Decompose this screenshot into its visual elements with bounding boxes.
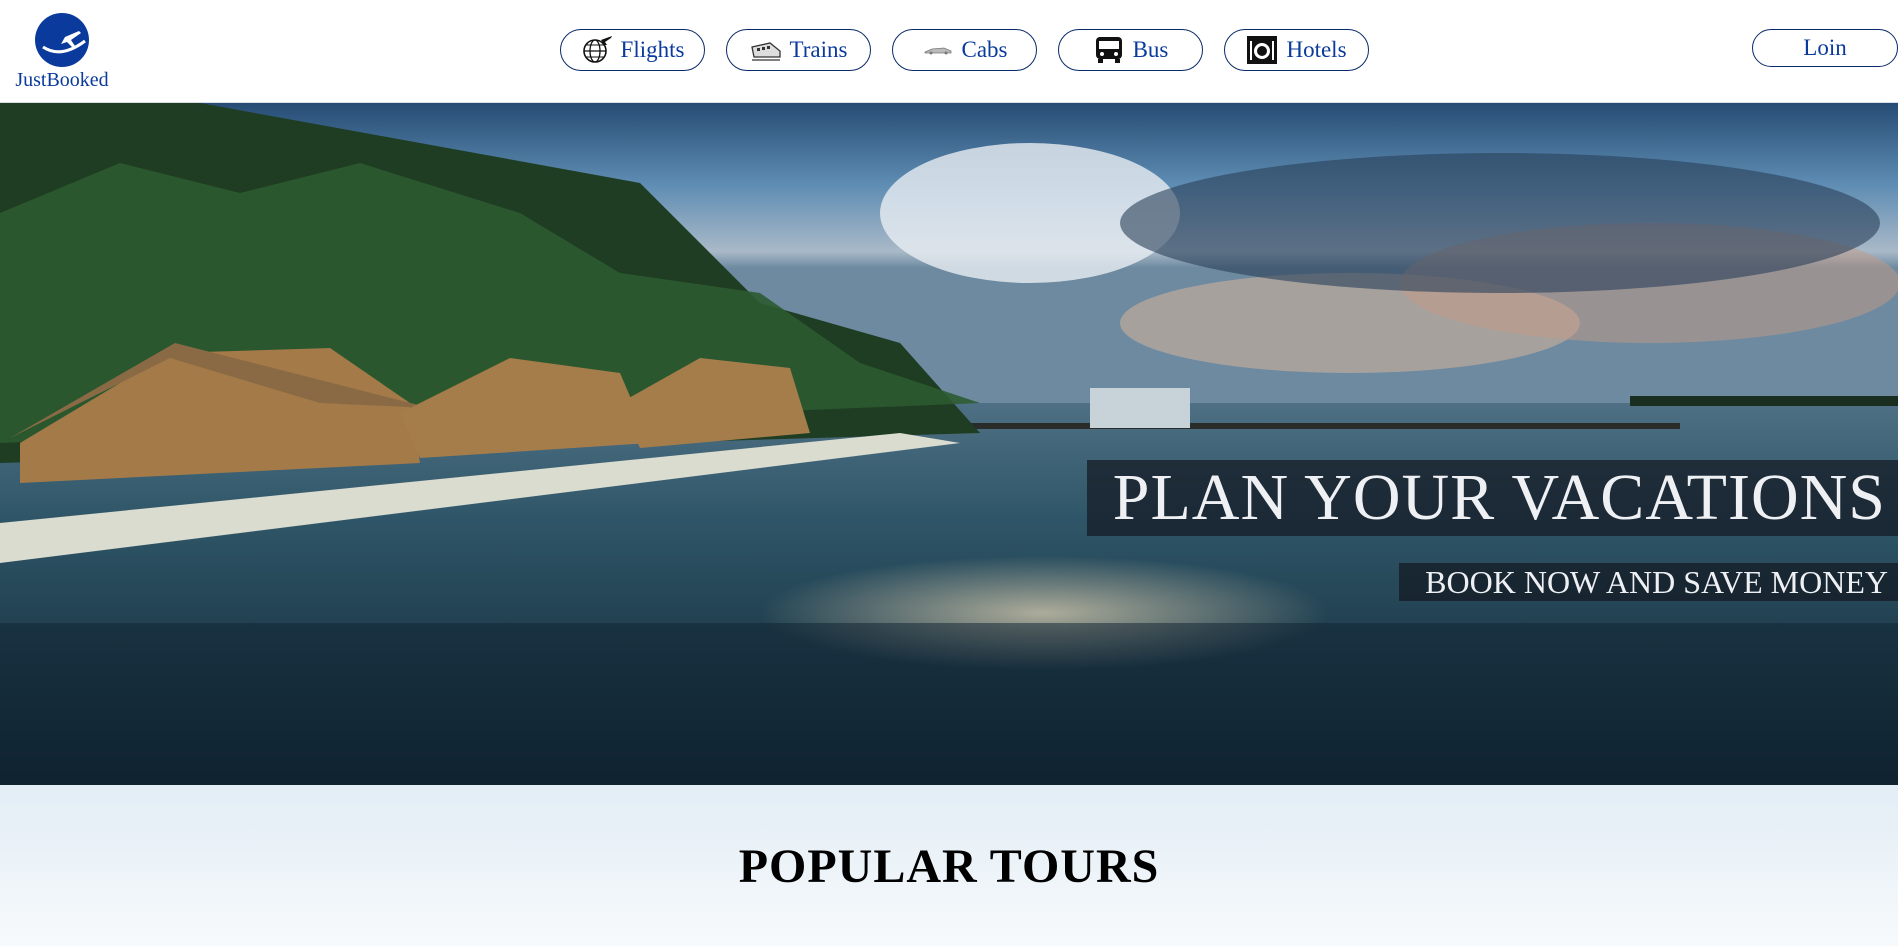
nav-hotels-button[interactable]: Hotels bbox=[1224, 29, 1369, 71]
top-navbar: JustBooked Flights Trains Cabs Bus Hotel… bbox=[0, 0, 1898, 103]
nav-cabs-button[interactable]: Cabs bbox=[892, 29, 1037, 71]
hotel-dining-icon bbox=[1246, 35, 1278, 65]
plane-logo-icon bbox=[35, 13, 89, 67]
globe-plane-icon bbox=[581, 35, 613, 65]
hero-subtitle: BOOK NOW AND SAVE MONEY bbox=[1399, 563, 1898, 601]
tropical-beach-image bbox=[0, 103, 1898, 785]
main-nav: Flights Trains Cabs Bus Hotels bbox=[560, 29, 1369, 71]
brand-name: JustBooked bbox=[15, 69, 109, 91]
nav-flights-button[interactable]: Flights bbox=[560, 29, 705, 71]
hero-title: PLAN YOUR VACATIONS bbox=[1086, 460, 1898, 536]
bus-icon bbox=[1093, 35, 1125, 65]
popular-tours-section: POPULAR TOURS bbox=[0, 785, 1898, 946]
nav-hotels-label: Hotels bbox=[1286, 37, 1347, 62]
train-icon bbox=[750, 35, 782, 65]
nav-bus-label: Bus bbox=[1132, 37, 1169, 62]
nav-trains-label: Trains bbox=[789, 37, 848, 62]
login-button[interactable]: Loin bbox=[1752, 29, 1898, 67]
nav-flights-label: Flights bbox=[620, 37, 685, 62]
cab-icon bbox=[922, 35, 954, 65]
section-title: POPULAR TOURS bbox=[738, 840, 1160, 893]
nav-cabs-label: Cabs bbox=[961, 37, 1008, 62]
nav-trains-button[interactable]: Trains bbox=[726, 29, 871, 71]
brand-logo[interactable]: JustBooked bbox=[10, 13, 114, 92]
hero-banner: PLAN YOUR VACATIONS BOOK NOW AND SAVE MO… bbox=[0, 103, 1898, 785]
nav-bus-button[interactable]: Bus bbox=[1058, 29, 1203, 71]
